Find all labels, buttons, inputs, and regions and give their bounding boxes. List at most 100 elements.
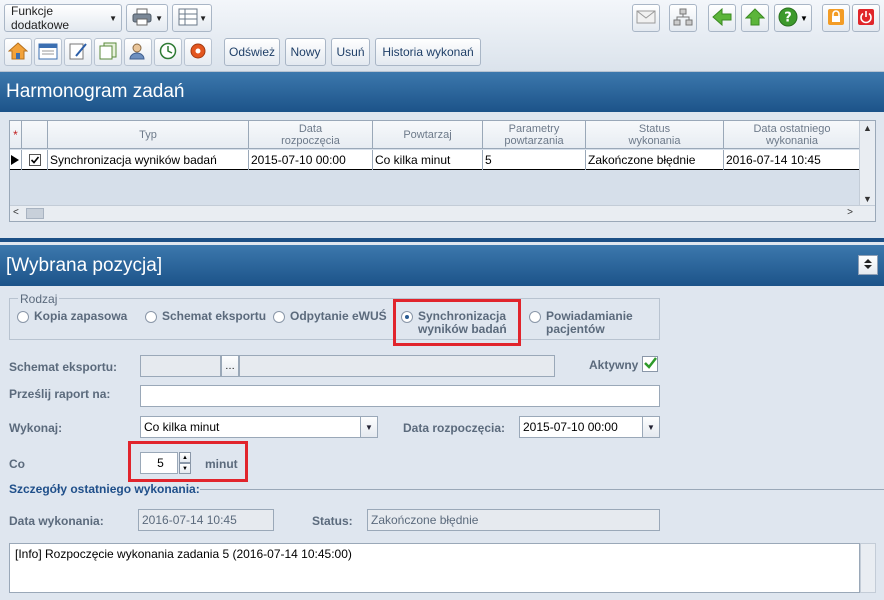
house-icon — [7, 41, 29, 63]
print-dropdown[interactable]: ▼ — [126, 4, 168, 32]
radio-label: Schemat eksportu — [162, 309, 267, 323]
refresh-button[interactable]: Odśwież — [224, 38, 280, 66]
radio-label: Powiadamianie pacjentów — [546, 309, 633, 336]
printer-icon — [132, 8, 152, 29]
active-checkbox[interactable] — [642, 356, 658, 372]
radio-backup[interactable]: Kopia zapasowa — [17, 310, 127, 323]
radio-ewus[interactable]: Odpytanie eWUŚ — [273, 310, 387, 323]
help-dropdown[interactable]: ? ▼ — [774, 4, 812, 32]
start-date-label: Data rozpoczęcia: — [403, 421, 506, 435]
header-check-column — [22, 121, 48, 149]
expand-collapse-icon — [862, 254, 874, 276]
chevron-down-icon: ▼ — [155, 13, 163, 23]
home-button[interactable] — [4, 38, 32, 66]
column-header[interactable]: Data rozpoczęcia — [249, 121, 373, 149]
schedule-button[interactable] — [154, 38, 182, 66]
send-report-input[interactable] — [140, 385, 660, 407]
column-header-label: Data ostatniego wykonania — [753, 123, 831, 147]
calendar-button[interactable] — [34, 38, 62, 66]
documents-button[interactable] — [94, 38, 122, 66]
scroll-left-icon[interactable]: < — [13, 207, 19, 218]
history-button[interactable]: Historia wykonań — [375, 38, 481, 66]
every-label: Co — [9, 457, 25, 471]
column-header[interactable]: Typ — [48, 121, 249, 149]
schedule-grid: * Typ Data rozpoczęcia Powtarzaj Paramet… — [9, 120, 876, 222]
collapse-button[interactable] — [858, 255, 878, 275]
exec-date-label: Data wykonania: — [9, 514, 104, 528]
log-textarea[interactable]: [Info] Rozpoczęcie wykonania zadania 5 (… — [9, 543, 860, 593]
cell-type: Synchronizacja wyników badań — [48, 150, 249, 170]
column-header-label: Data rozpoczęcia — [281, 123, 340, 147]
structure-button[interactable] — [669, 4, 697, 32]
radio-label: Kopia zapasowa — [34, 309, 128, 323]
start-date-picker[interactable]: 2015-07-10 00:00 ▼ — [519, 416, 660, 438]
log-scrollbar[interactable] — [860, 543, 876, 593]
mail-button[interactable] — [632, 4, 660, 32]
view-dropdown[interactable]: ▼ — [172, 4, 212, 32]
svg-text:?: ? — [784, 10, 792, 25]
delete-button[interactable]: Usuń — [331, 38, 370, 66]
execute-select[interactable]: Co kilka minut ▼ — [140, 416, 378, 438]
scroll-thumb[interactable] — [26, 208, 44, 219]
section-divider[interactable] — [0, 238, 884, 242]
radio-circle — [17, 311, 29, 323]
functions-dropdown[interactable]: Funkcje dodatkowe ▼ — [4, 4, 122, 32]
horizontal-scrollbar[interactable]: < > — [10, 205, 875, 221]
active-label: Aktywny — [589, 358, 639, 372]
radio-circle — [145, 311, 157, 323]
row-checkbox[interactable] — [22, 150, 48, 170]
export-schema-name-field — [239, 355, 555, 377]
vertical-scrollbar[interactable]: ▲ ▼ — [859, 121, 875, 206]
execute-label: Wykonaj: — [9, 421, 63, 435]
tasks-button[interactable] — [64, 38, 92, 66]
lock-button[interactable] — [822, 4, 850, 32]
schedule-section-header: Harmonogram zadań — [0, 72, 884, 112]
clipboard-pen-icon — [68, 42, 88, 63]
radio-label: Odpytanie eWUŚ — [290, 309, 387, 323]
scroll-right-icon[interactable]: > — [847, 207, 853, 218]
envelope-icon — [636, 9, 656, 28]
export-schema-input[interactable] — [140, 355, 221, 377]
table-row[interactable]: Synchronizacja wyników badań 2015-07-10 … — [10, 150, 860, 170]
column-header[interactable]: Data ostatniego wykonania — [724, 121, 860, 149]
cell-start: 2015-07-10 00:00 — [249, 150, 373, 170]
radio-circle — [529, 311, 541, 323]
arrow-up-icon — [744, 7, 766, 29]
column-header-label: Status wykonania — [628, 123, 681, 147]
detail-section-header: [Wybrana pozycja] — [0, 245, 884, 286]
back-button[interactable] — [708, 4, 736, 32]
column-header-label: Typ — [139, 129, 157, 141]
settings-button[interactable] — [184, 38, 212, 66]
cell-last-run: 2016-07-14 10:45 — [726, 153, 821, 167]
power-icon — [856, 7, 876, 30]
logout-button[interactable] — [852, 4, 880, 32]
home-up-button[interactable] — [741, 4, 769, 32]
patients-button[interactable] — [124, 38, 152, 66]
chevron-down-icon[interactable]: ▼ — [360, 417, 377, 437]
group-divider — [200, 489, 884, 490]
chevron-down-icon: ▼ — [109, 13, 117, 23]
functions-dropdown-label: Funkcje dodatkowe — [11, 4, 70, 32]
column-header[interactable]: Powtarzaj — [373, 121, 483, 149]
new-button[interactable]: Nowy — [285, 38, 326, 66]
section-title: Harmonogram zadań — [6, 81, 185, 102]
export-schema-browse-button[interactable]: … — [221, 355, 239, 377]
schedule-grid-area: * Typ Data rozpoczęcia Powtarzaj Paramet… — [0, 112, 884, 236]
highlight-box — [393, 299, 521, 346]
documents-icon — [98, 42, 118, 63]
radio-notify-patients[interactable]: Powiadamianie pacjentów — [529, 310, 633, 336]
chevron-down-icon[interactable]: ▼ — [642, 417, 659, 437]
highlight-box — [128, 441, 248, 482]
new-button-label: Nowy — [290, 45, 321, 59]
column-header[interactable]: Parametry powtarzania — [483, 121, 586, 149]
radio-export-schema[interactable]: Schemat eksportu — [145, 310, 266, 323]
scroll-up-icon[interactable]: ▲ — [863, 123, 872, 133]
org-chart-icon — [673, 8, 693, 29]
calendar-icon — [38, 42, 58, 63]
last-run-group-title: Szczegóły ostatniego wykonania: — [9, 482, 200, 496]
cell-param: 5 — [483, 150, 586, 170]
status-field: Zakończone błędnie — [367, 509, 660, 531]
scroll-down-icon[interactable]: ▼ — [863, 194, 872, 204]
column-header-label: Powtarzaj — [403, 129, 452, 141]
column-header[interactable]: Status wykonania — [586, 121, 724, 149]
